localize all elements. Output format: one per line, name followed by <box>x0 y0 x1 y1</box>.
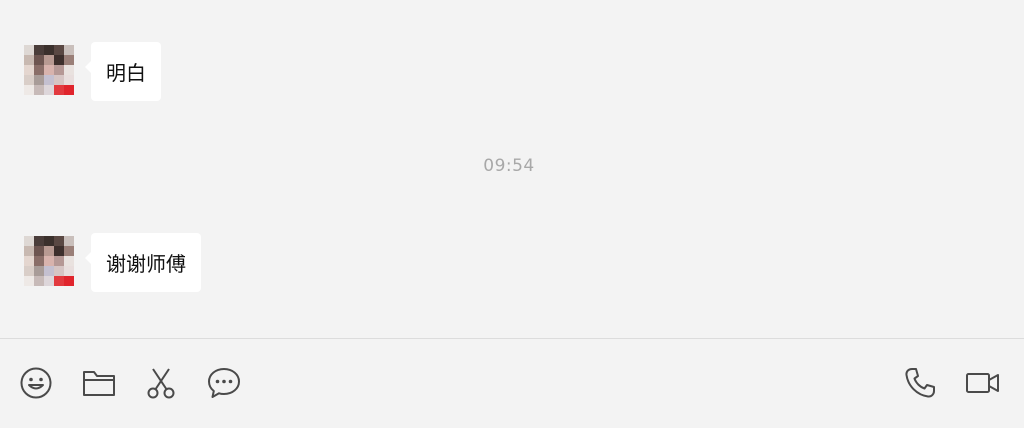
video-camera-icon <box>966 373 999 393</box>
emoji-button[interactable] <box>18 365 54 401</box>
incoming-message: 谢谢师傅 <box>24 233 201 292</box>
phone-icon <box>905 368 935 398</box>
chat-toolbar <box>0 339 1024 428</box>
voice-call-button[interactable] <box>902 365 938 401</box>
chat-history[interactable]: 明白 09:54 谢谢师傅 <box>0 0 1024 338</box>
avatar[interactable] <box>24 236 74 286</box>
chat-bubble-icon <box>208 368 240 398</box>
avatar[interactable] <box>24 45 74 95</box>
folder-icon <box>83 371 115 396</box>
message-bubble[interactable]: 谢谢师傅 <box>85 233 201 292</box>
message-text: 谢谢师傅 <box>106 252 186 276</box>
screenshot-button[interactable] <box>143 365 179 401</box>
message-text: 明白 <box>106 61 146 85</box>
incoming-message: 明白 <box>24 42 161 101</box>
video-call-button[interactable] <box>965 365 1001 401</box>
chat-history-button[interactable] <box>206 365 242 401</box>
file-button[interactable] <box>81 365 117 401</box>
message-bubble[interactable]: 明白 <box>85 42 161 101</box>
scissors-icon <box>147 368 175 399</box>
message-timestamp: 09:54 <box>483 156 535 176</box>
emoji-icon <box>20 367 52 399</box>
